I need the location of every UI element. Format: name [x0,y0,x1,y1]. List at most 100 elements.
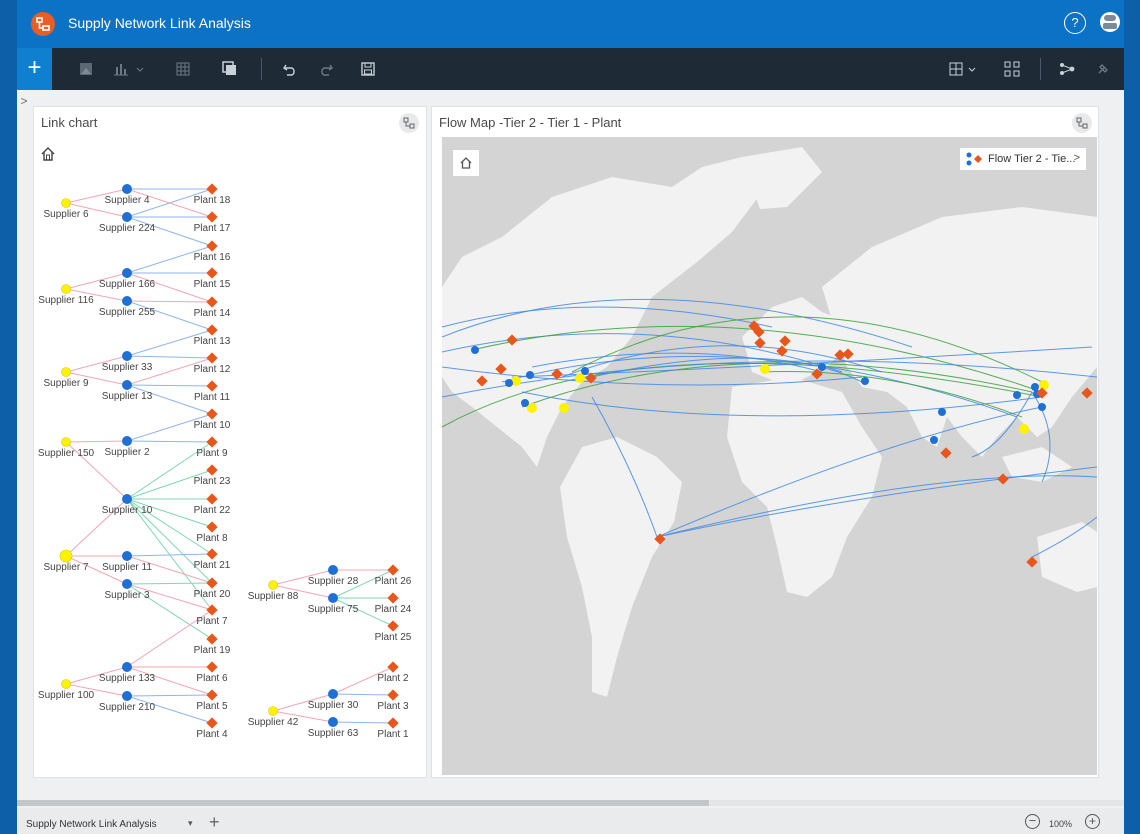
tier1-supplier-node[interactable] [122,691,132,701]
page-tab[interactable]: Supply Network Link Analysis [26,819,157,830]
plant-node[interactable] [206,464,218,476]
plant-node[interactable] [206,436,218,448]
map-home-icon[interactable] [452,149,480,177]
link-edge[interactable] [126,440,213,443]
tier1-supplier-node[interactable] [328,565,338,575]
chevron-down-icon[interactable]: ▾ [188,818,193,829]
tier1-supplier-marker [526,371,534,379]
plant-node[interactable] [206,548,218,560]
plant-node[interactable] [206,633,218,645]
plant-node[interactable] [206,324,218,336]
plant-marker [1081,387,1093,399]
add-page-button[interactable]: + [209,812,220,833]
link-edge[interactable] [126,694,213,697]
help-icon[interactable]: ? [1064,12,1086,34]
tier2-supplier-node[interactable] [61,679,71,689]
plant-node[interactable] [206,604,218,616]
tier1-supplier-node[interactable] [328,593,338,603]
plant-node[interactable] [206,493,218,505]
tier2-supplier-node[interactable] [61,367,71,377]
tier1-supplier-node[interactable] [122,184,132,194]
link-edge[interactable] [332,721,394,724]
zoom-in-button[interactable]: + [1085,814,1100,829]
plant-node[interactable] [387,620,399,632]
add-button[interactable]: + [17,48,52,90]
bar-chart-icon[interactable] [113,61,145,77]
node-label: Plant 6 [196,673,228,684]
link-chart-canvas[interactable]: Supplier 6 Supplier 4 Supplier 224 Plant 18… [34,107,426,777]
tier2-supplier-node[interactable] [59,549,73,563]
plant-node[interactable] [387,564,399,576]
user-avatar[interactable] [1100,12,1120,32]
tier1-supplier-marker [505,379,513,387]
plant-node[interactable] [206,296,218,308]
plant-node[interactable] [206,267,218,279]
qr-grid-icon[interactable] [1004,61,1020,77]
plant-node[interactable] [206,689,218,701]
tier1-supplier-node[interactable] [122,551,132,561]
flow-map[interactable]: Flow Tier 2 - Tie... > [442,137,1097,775]
horizontal-scrollbar[interactable] [17,800,1124,806]
link-analysis-icon[interactable] [1059,61,1075,77]
tier1-supplier-node[interactable] [328,689,338,699]
plant-node[interactable] [387,689,399,701]
plant-node[interactable] [206,661,218,673]
link-edge[interactable] [65,440,128,443]
tier1-supplier-node[interactable] [122,268,132,278]
plant-node[interactable] [387,717,399,729]
save-icon[interactable] [360,61,376,77]
link-edge[interactable] [126,582,213,585]
tier2-supplier-node[interactable] [268,706,278,716]
tier1-supplier-node[interactable] [328,717,338,727]
plant-node[interactable] [206,408,218,420]
side-panel-toggle[interactable]: > [17,90,31,112]
node-label: Plant 19 [194,645,231,656]
plant-node[interactable] [206,183,218,195]
tier1-supplier-node[interactable] [122,296,132,306]
link-edge[interactable] [332,693,394,696]
plant-node[interactable] [206,717,218,729]
tier1-supplier-node[interactable] [122,579,132,589]
legend-label: Flow Tier 2 - Tie... [988,153,1076,165]
undo-icon[interactable] [282,61,298,77]
link-edge[interactable] [126,384,213,387]
plant-node[interactable] [387,661,399,673]
node-label: Supplier 63 [308,728,359,739]
node-label: Plant 10 [194,420,231,431]
plant-node[interactable] [206,240,218,252]
tier2-supplier-node[interactable] [61,284,71,294]
table-icon[interactable] [175,61,191,77]
tier1-supplier-node[interactable] [122,380,132,390]
tier2-supplier-node[interactable] [61,198,71,208]
node-label: Supplier 224 [99,223,156,234]
node-label: Supplier 9 [43,378,88,389]
tier1-supplier-node[interactable] [122,662,132,672]
flow-map-options-icon[interactable] [1072,113,1092,133]
plant-node[interactable] [206,352,218,364]
tier2-supplier-node[interactable] [268,580,278,590]
world-map-canvas[interactable] [442,137,1097,775]
tier1-supplier-node[interactable] [122,494,132,504]
plant-node[interactable] [206,521,218,533]
tier2-supplier-node[interactable] [61,437,71,447]
pin-icon[interactable] [1095,61,1111,77]
link-edge[interactable] [126,355,213,359]
tier1-supplier-node[interactable] [122,351,132,361]
zoom-out-button[interactable]: − [1025,814,1040,829]
flow-line [656,475,1097,538]
layout-icon[interactable] [949,61,979,77]
tier1-supplier-marker [861,377,869,385]
redo-icon[interactable] [318,61,334,77]
node-label: Supplier 6 [43,209,88,220]
page-tabs-bar: Supply Network Link Analysis ▾ + − 100% … [17,808,1124,834]
tier1-supplier-node[interactable] [122,212,132,222]
plant-node[interactable] [206,380,218,392]
tier1-supplier-node[interactable] [122,436,132,446]
plant-node[interactable] [387,592,399,604]
map-legend[interactable]: Flow Tier 2 - Tie... > [959,147,1087,171]
duplicate-icon[interactable] [222,61,238,77]
image-icon[interactable] [78,61,94,77]
node-label: Supplier 100 [38,690,95,701]
plant-node[interactable] [206,211,218,223]
link-edge[interactable] [126,300,213,303]
